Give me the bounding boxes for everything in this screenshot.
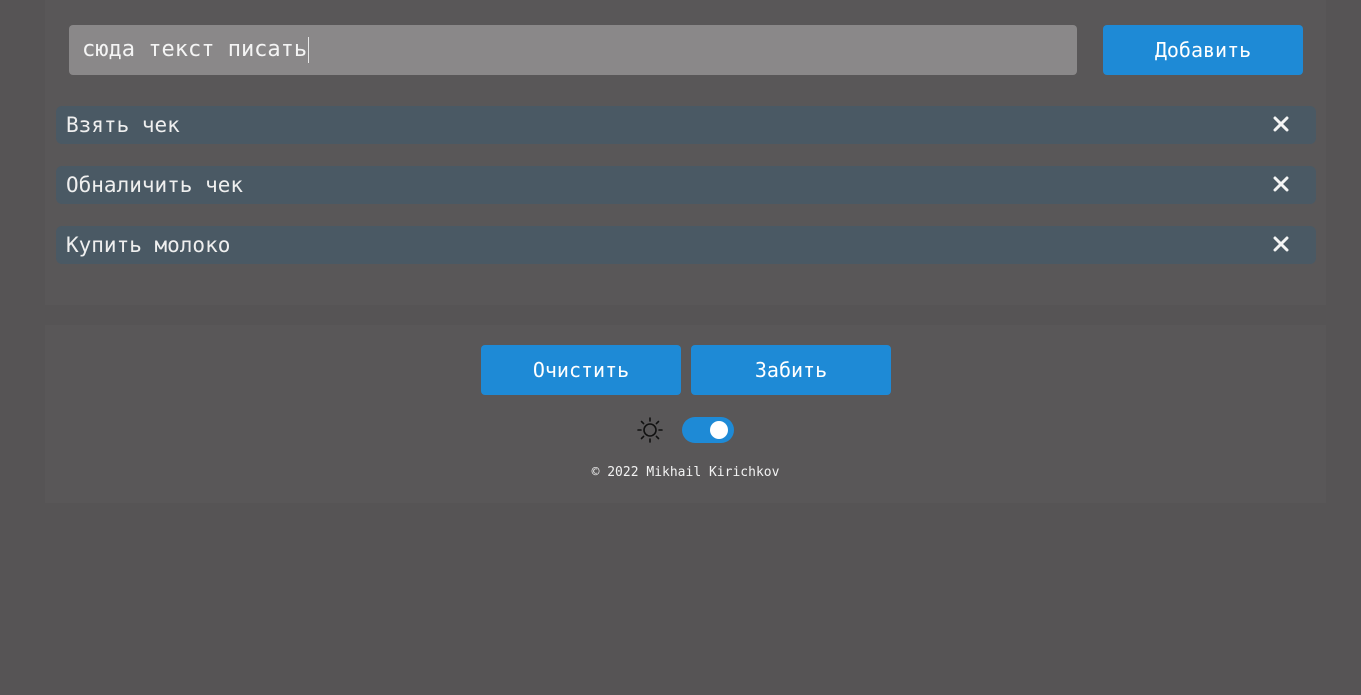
add-button[interactable]: Добавить [1103, 25, 1303, 75]
text-caret [308, 37, 310, 63]
clear-button[interactable]: Очистить [481, 345, 681, 395]
toggle-knob [710, 421, 728, 439]
close-icon[interactable] [1270, 113, 1292, 135]
todo-item-label: Взять чек [66, 113, 180, 137]
theme-toggle[interactable] [682, 417, 734, 443]
copyright-text: © 2022 Mikhail Kirichkov [591, 465, 780, 480]
sun-icon [636, 416, 664, 444]
close-icon[interactable] [1270, 173, 1292, 195]
todo-input-value: сюда текст писать [82, 37, 308, 62]
close-icon[interactable] [1270, 233, 1292, 255]
todo-list: Взять чек Обналичить чек Купить молоко [56, 106, 1316, 286]
todo-item-label: Купить молоко [66, 233, 231, 257]
todo-text-input[interactable]: сюда текст писать [69, 25, 1077, 75]
todo-item-label: Обналичить чек [66, 173, 244, 197]
nail-button[interactable]: Забить [691, 345, 891, 395]
todo-item[interactable]: Купить молоко [56, 226, 1316, 264]
todo-item[interactable]: Взять чек [56, 106, 1316, 144]
todo-item[interactable]: Обналичить чек [56, 166, 1316, 204]
